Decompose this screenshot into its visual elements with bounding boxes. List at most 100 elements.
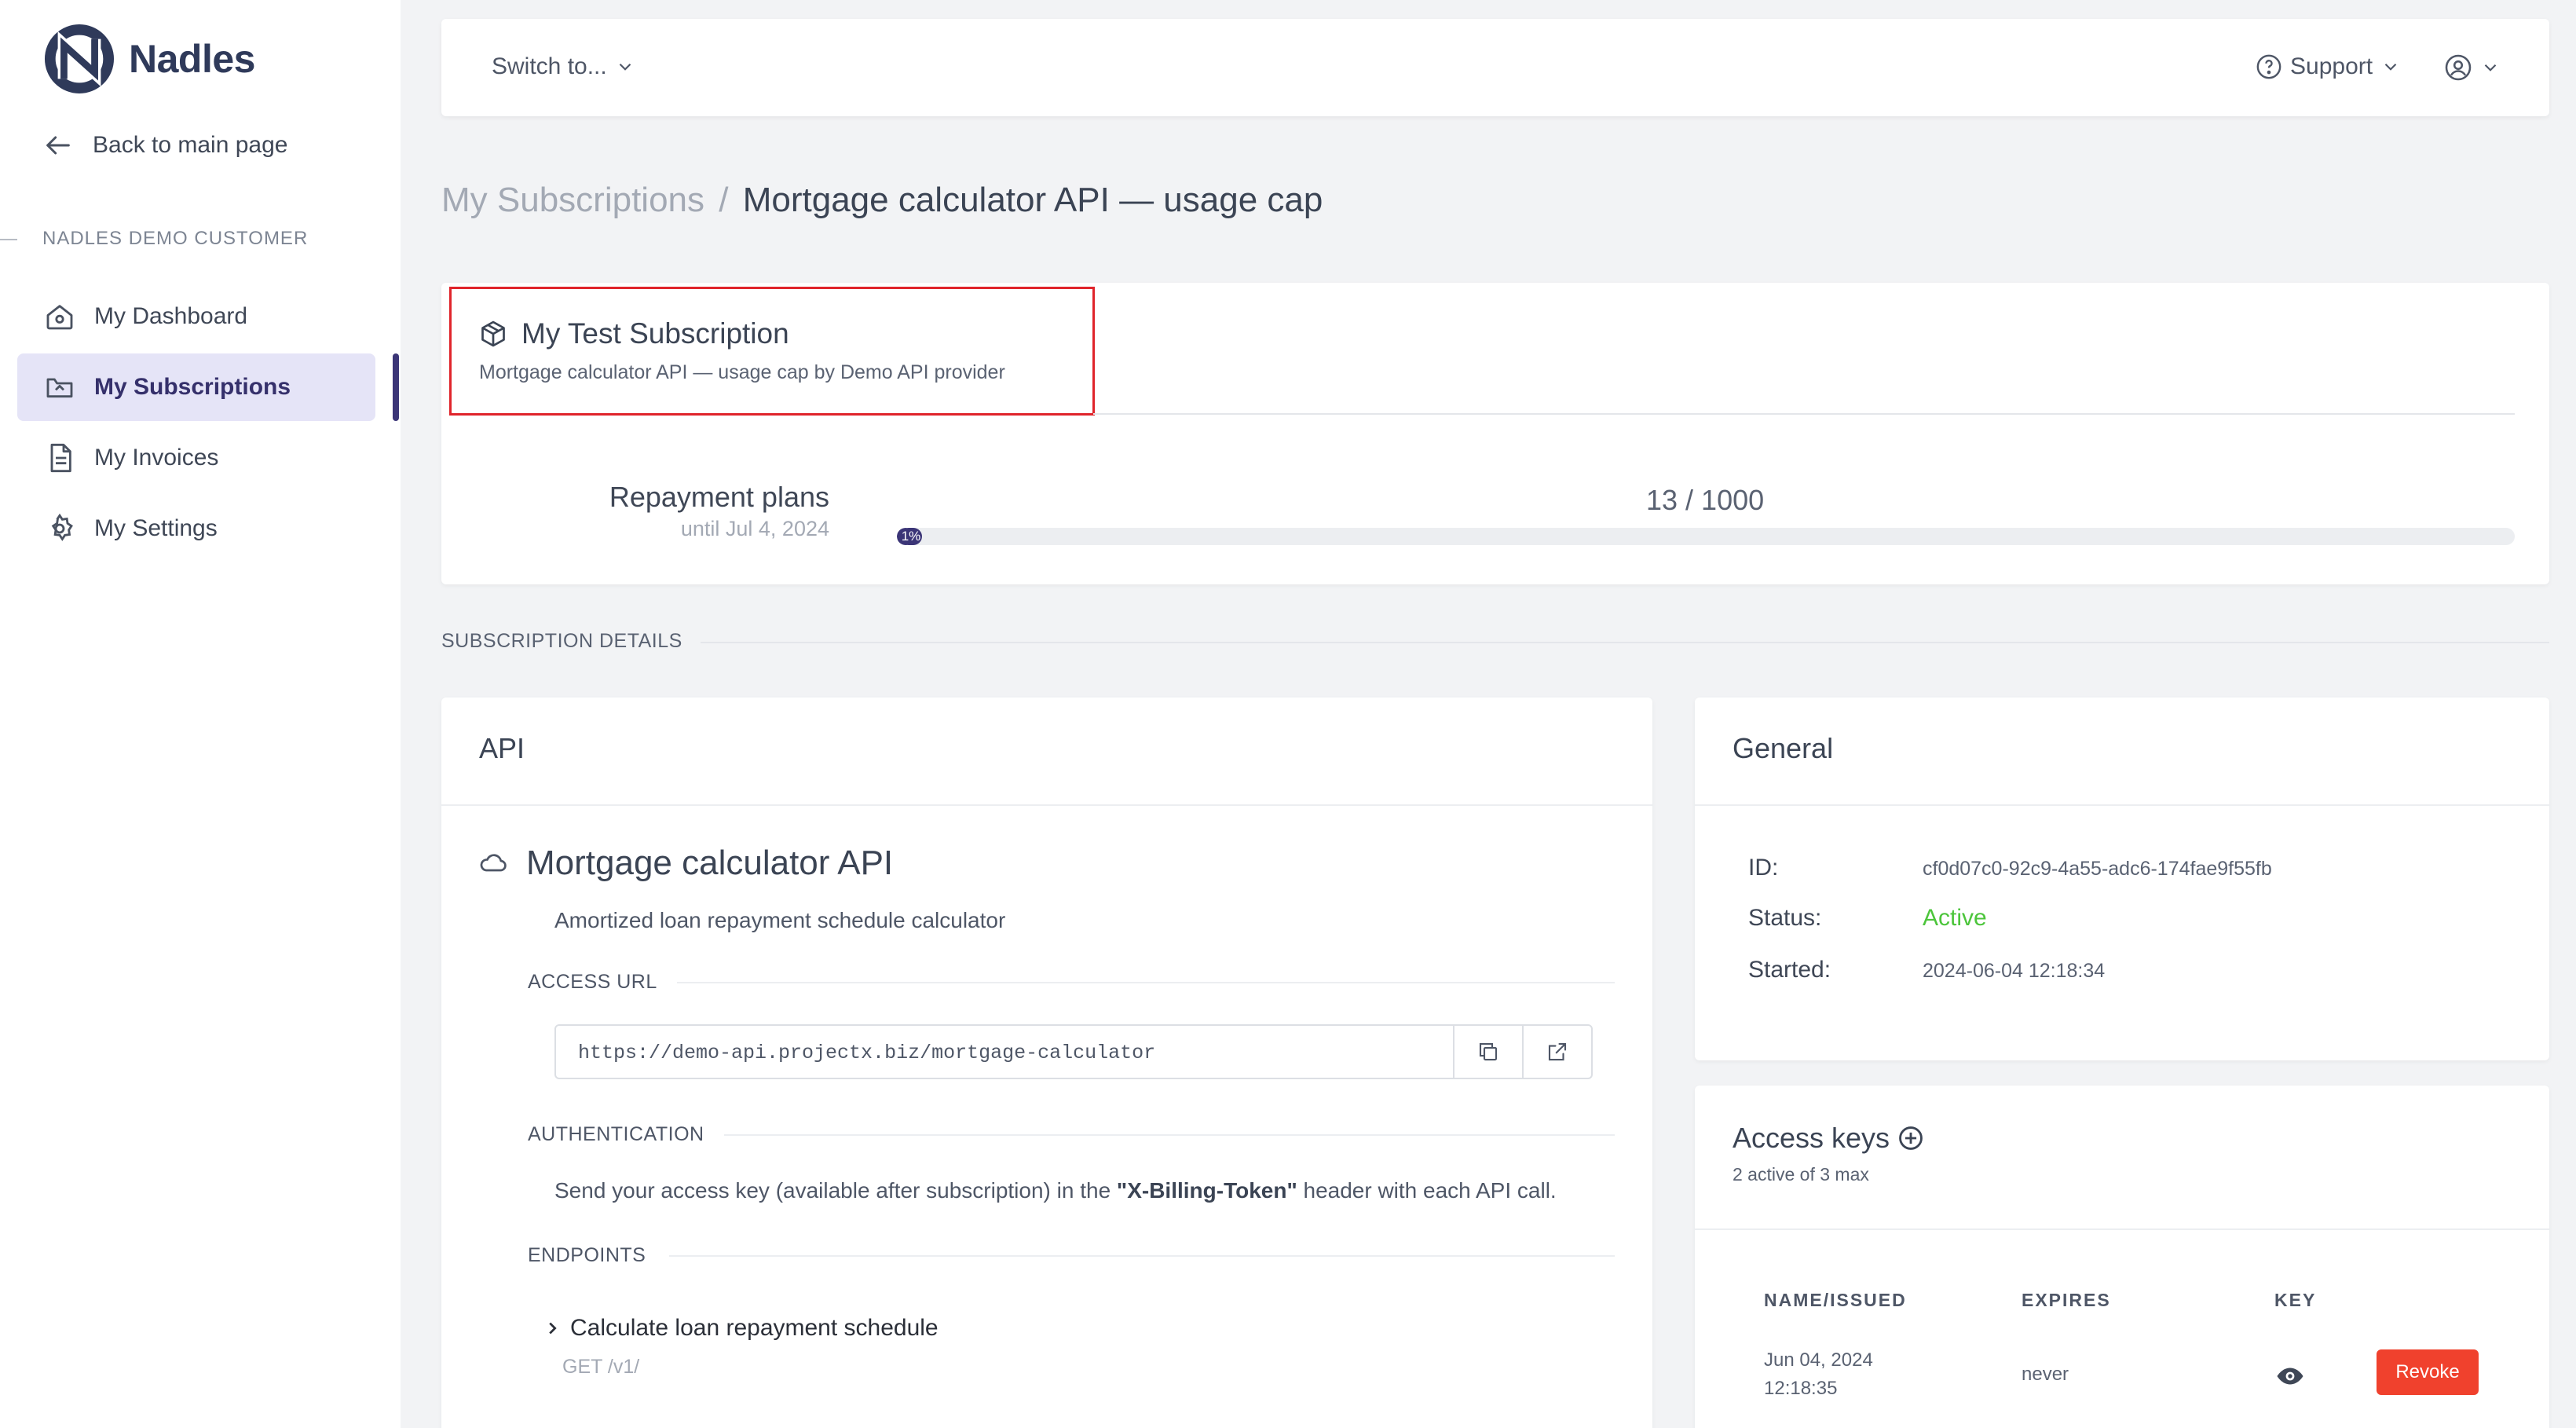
usage-progress-bar bbox=[897, 528, 2515, 545]
endpoint-name: Calculate loan repayment schedule bbox=[570, 1315, 939, 1341]
switch-to-label: Switch to... bbox=[492, 53, 607, 79]
sidebar-item-label: My Dashboard bbox=[94, 303, 248, 329]
api-card-heading: API bbox=[479, 732, 525, 764]
cloud-icon bbox=[480, 854, 507, 872]
usage-until: until Jul 4, 2024 bbox=[680, 517, 829, 540]
subscription-subtitle: Mortgage calculator API — usage cap by D… bbox=[479, 361, 1005, 383]
auth-text-suffix: header with each API call. bbox=[1297, 1178, 1557, 1203]
subscriptions-icon bbox=[46, 378, 73, 398]
copy-icon bbox=[1479, 1042, 1498, 1061]
sidebar: Nadles Back to main page NADLES DEMO CUS… bbox=[0, 0, 401, 1428]
divider bbox=[1695, 1228, 2549, 1230]
key-expires: never bbox=[2022, 1364, 2069, 1385]
chevron-down-icon bbox=[619, 63, 631, 71]
help-circle-icon bbox=[2256, 54, 2281, 79]
api-name: Mortgage calculator API bbox=[479, 844, 893, 883]
divider bbox=[701, 642, 2549, 643]
switch-to-dropdown[interactable]: Switch to... bbox=[492, 53, 635, 80]
access-keys-card: Access keys 2 active of 3 max NAME/ISSUE… bbox=[1695, 1086, 2549, 1428]
sidebar-item-invoices[interactable]: My Invoices bbox=[17, 424, 375, 492]
column-header-key: KEY bbox=[2274, 1290, 2317, 1310]
usage-count: 13 / 1000 bbox=[1646, 484, 1765, 516]
copy-url-button[interactable] bbox=[1453, 1026, 1522, 1078]
access-keys-title: Access keys bbox=[1733, 1122, 1890, 1154]
divider bbox=[669, 1255, 1615, 1257]
subscription-highlight-box bbox=[449, 287, 1095, 416]
authentication-label: AUTHENTICATION bbox=[528, 1123, 704, 1145]
divider bbox=[677, 982, 1615, 983]
section-divider bbox=[0, 239, 17, 240]
sidebar-item-label: My Settings bbox=[94, 515, 218, 541]
sidebar-section-label: NADLES DEMO CUSTOMER bbox=[42, 228, 309, 249]
details-section-label: SUBSCRIPTION DETAILS bbox=[441, 630, 682, 652]
auth-header-name: "X-Billing-Token" bbox=[1116, 1178, 1297, 1203]
sidebar-item-dashboard[interactable]: My Dashboard bbox=[17, 283, 375, 350]
status-badge: Active bbox=[1923, 905, 1987, 931]
divider bbox=[441, 804, 1652, 806]
external-link-icon bbox=[1548, 1042, 1567, 1061]
revoke-button[interactable]: Revoke bbox=[2377, 1349, 2479, 1395]
usage-label: Repayment plans bbox=[609, 481, 829, 513]
divider bbox=[724, 1134, 1615, 1136]
chevron-down-icon bbox=[2484, 64, 2497, 71]
breadcrumb-separator: / bbox=[719, 181, 729, 219]
endpoint-method-path: GET /v1/ bbox=[562, 1356, 640, 1378]
breadcrumb: My Subscriptions / Mortgage calculator A… bbox=[441, 181, 1323, 220]
api-description: Amortized loan repayment schedule calcul… bbox=[554, 908, 1006, 932]
open-url-button[interactable] bbox=[1522, 1026, 1591, 1078]
breadcrumb-parent-link[interactable]: My Subscriptions bbox=[441, 181, 704, 219]
general-card-heading: General bbox=[1733, 732, 1834, 764]
endpoint-item[interactable]: Calculate loan repayment schedule bbox=[543, 1315, 939, 1342]
started-value: 2024-06-04 12:18:34 bbox=[1923, 960, 2106, 982]
general-card: General ID: cf0d07c0-92c9-4a55-adc6-174f… bbox=[1695, 698, 2549, 1060]
subscription-title: My Test Subscription bbox=[479, 317, 789, 350]
access-keys-heading: Access keys bbox=[1733, 1122, 1924, 1155]
divider bbox=[1093, 413, 2515, 415]
active-nav-indicator bbox=[393, 353, 399, 421]
eye-icon[interactable] bbox=[2276, 1362, 2304, 1390]
back-to-main-link[interactable]: Back to main page bbox=[42, 130, 287, 161]
access-keys-count: 2 active of 3 max bbox=[1733, 1164, 1869, 1185]
brand-logo[interactable]: Nadles bbox=[41, 24, 255, 94]
access-url-value[interactable]: https://demo-api.projectx.biz/mortgage-c… bbox=[556, 1026, 1453, 1078]
chevron-right-icon bbox=[549, 1322, 557, 1335]
gear-icon bbox=[51, 513, 73, 541]
package-icon bbox=[481, 320, 505, 347]
back-link-label: Back to main page bbox=[93, 132, 288, 158]
arrow-left-icon bbox=[46, 136, 70, 155]
auth-text-prefix: Send your access key (available after su… bbox=[554, 1178, 1117, 1203]
api-card: API Mortgage calculator API Amortized lo… bbox=[441, 698, 1652, 1428]
usage-percent-badge: 1% bbox=[900, 528, 922, 545]
sidebar-item-subscriptions[interactable]: My Subscriptions bbox=[17, 353, 375, 421]
access-url-label: ACCESS URL bbox=[528, 971, 657, 993]
key-issued-time: 12:18:35 bbox=[1764, 1378, 1838, 1399]
support-dropdown[interactable]: Support bbox=[2256, 53, 2401, 80]
home-icon bbox=[46, 305, 73, 330]
brand-name: Nadles bbox=[129, 37, 255, 81]
key-issued-date: Jun 04, 2024 bbox=[1764, 1349, 1873, 1371]
endpoints-label: ENDPOINTS bbox=[528, 1244, 646, 1266]
status-label: Status: bbox=[1748, 905, 1822, 931]
sidebar-item-settings[interactable]: My Settings bbox=[17, 495, 375, 562]
api-name-text: Mortgage calculator API bbox=[526, 844, 894, 882]
divider bbox=[1695, 804, 2549, 806]
column-header-name-issued: NAME/ISSUED bbox=[1764, 1290, 1907, 1310]
user-avatar-icon bbox=[2445, 54, 2472, 81]
support-label: Support bbox=[2290, 53, 2373, 79]
subscription-id: cf0d07c0-92c9-4a55-adc6-174fae9f55fb bbox=[1923, 858, 2272, 880]
subscription-name: My Test Subscription bbox=[521, 317, 789, 350]
invoice-icon bbox=[50, 443, 71, 473]
started-label: Started: bbox=[1748, 957, 1831, 983]
user-menu[interactable] bbox=[2444, 53, 2501, 82]
nadles-logo-icon bbox=[44, 24, 115, 94]
authentication-text: Send your access key (available after su… bbox=[554, 1178, 1557, 1203]
add-circle-icon[interactable] bbox=[1897, 1125, 1924, 1152]
sidebar-item-label: My Subscriptions bbox=[94, 374, 291, 400]
top-bar: Switch to... Support bbox=[441, 19, 2549, 116]
sidebar-item-label: My Invoices bbox=[94, 445, 219, 471]
access-url-field: https://demo-api.projectx.biz/mortgage-c… bbox=[554, 1024, 1593, 1079]
page-title: Mortgage calculator API — usage cap bbox=[742, 181, 1323, 219]
id-label: ID: bbox=[1748, 855, 1779, 881]
column-header-expires: EXPIRES bbox=[2022, 1290, 2111, 1310]
subscription-card: My Test Subscription Mortgage calculator… bbox=[441, 283, 2549, 584]
